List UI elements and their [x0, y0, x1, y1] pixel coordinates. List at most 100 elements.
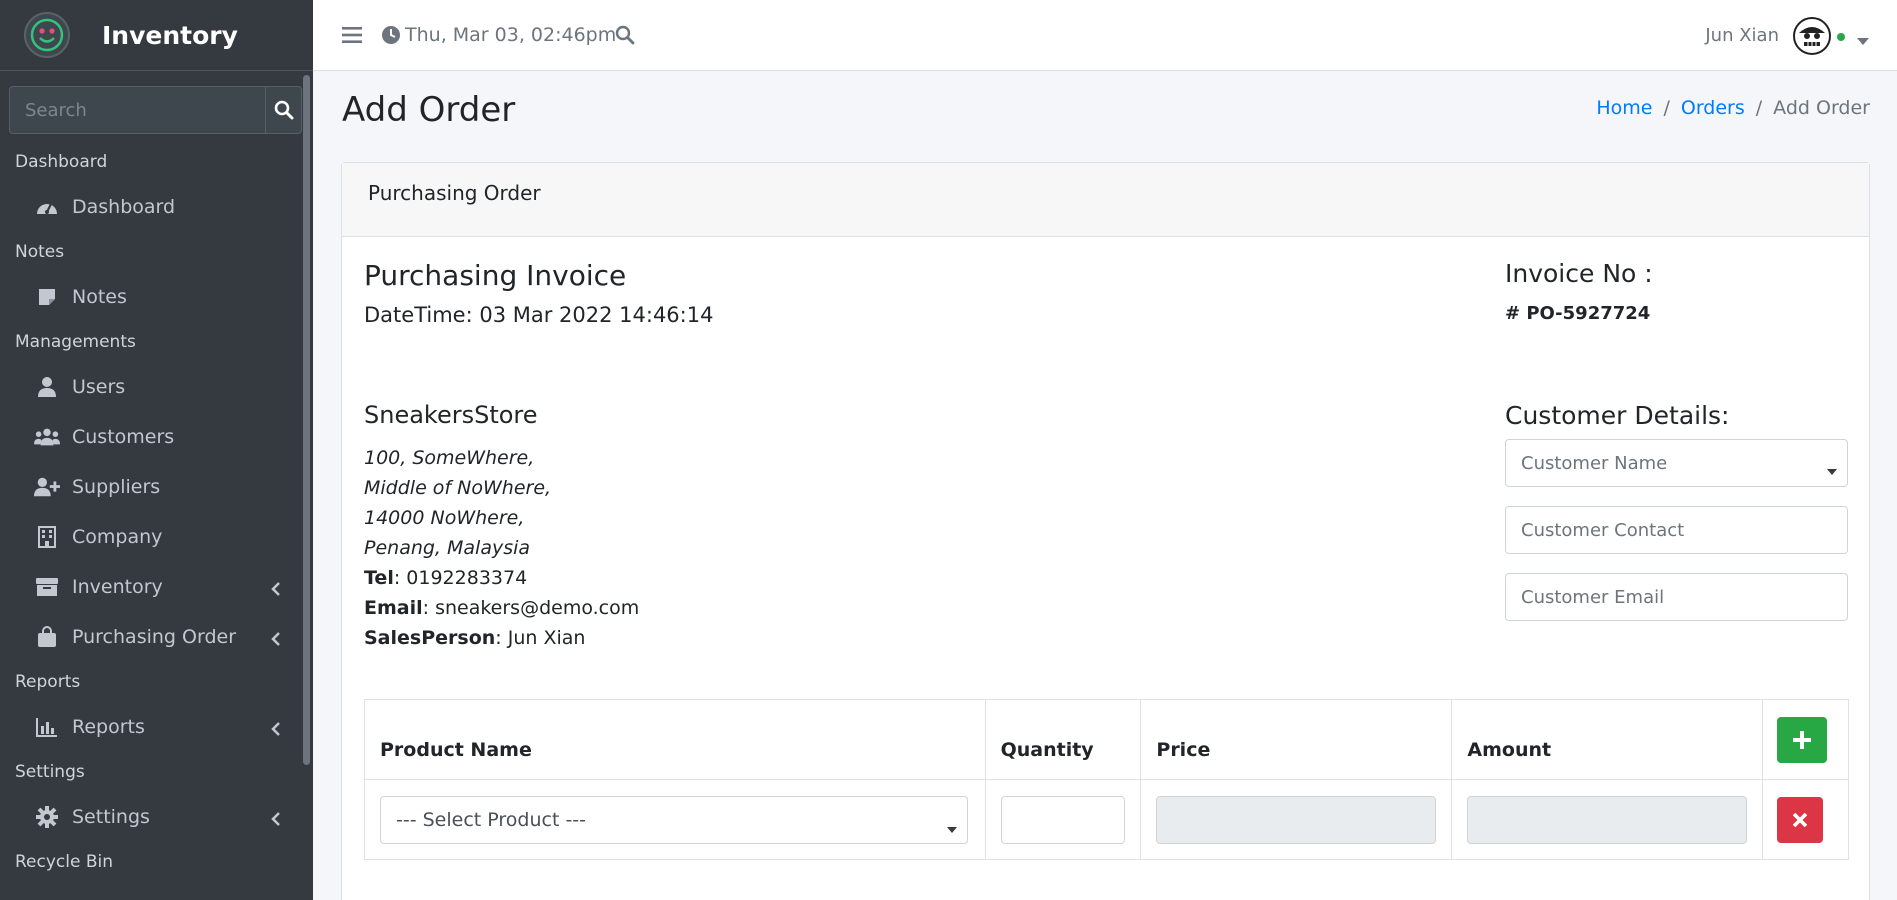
customer-contact-input[interactable] — [1505, 506, 1848, 554]
salesperson-value: : Jun Xian — [495, 627, 586, 649]
customer-name-select[interactable]: Customer Name — [1505, 439, 1848, 487]
note-icon — [34, 285, 60, 309]
table-row: --- Select Product --- — [364, 779, 1849, 860]
sidebar-nav: Dashboard Dashboard Notes Notes Manageme… — [0, 142, 303, 882]
sidebar-item-dashboard[interactable]: Dashboard — [0, 182, 303, 232]
sidebar-item-notes[interactable]: Notes — [0, 272, 303, 322]
tel-value: : 0192283374 — [393, 567, 528, 589]
customer-email-input[interactable] — [1505, 573, 1848, 621]
sidebar-item-label: Reports — [72, 716, 145, 738]
topbar-datetime: Thu, Mar 03, 02:46pm — [405, 24, 617, 46]
sidebar-item-purchasing-order[interactable]: Purchasing Order — [0, 612, 303, 662]
nav-header-dashboard: Dashboard — [15, 152, 108, 172]
sidebar-search-input[interactable] — [9, 86, 265, 134]
breadcrumb-current: Add Order — [1773, 97, 1870, 119]
product-select-value: --- Select Product --- — [396, 808, 587, 831]
nav-header-notes: Notes — [15, 242, 65, 262]
chart-icon — [34, 715, 60, 739]
amount-field — [1467, 795, 1748, 844]
product-select[interactable]: --- Select Product --- — [380, 795, 968, 844]
column-header-quantity: Quantity — [984, 699, 1142, 780]
product-cell: --- Select Product --- — [364, 779, 986, 860]
store-salesperson: SalesPerson: Jun Xian — [364, 623, 639, 653]
building-icon — [34, 525, 60, 549]
chevron-left-icon — [271, 719, 281, 741]
page-title: Add Order — [342, 90, 516, 130]
menu-toggle-icon[interactable] — [342, 26, 362, 48]
search-icon — [274, 100, 293, 120]
sidebar-item-label: Company — [72, 526, 163, 548]
users-icon — [34, 425, 60, 449]
sidebar-item-label: Notes — [72, 286, 127, 308]
breadcrumb-separator: / — [1663, 97, 1670, 119]
caret-down-icon — [1827, 460, 1837, 481]
price-field — [1156, 795, 1437, 844]
shopping-bag-icon — [34, 625, 60, 649]
actions-cell — [1762, 779, 1849, 860]
invoice-title: Purchasing Invoice — [364, 259, 627, 292]
plus-icon — [1793, 730, 1812, 749]
logo-icon — [24, 12, 70, 58]
address-line: 100, SomeWhere, — [364, 447, 535, 469]
tel-label: Tel — [364, 567, 394, 589]
column-header-price: Price — [1140, 699, 1453, 780]
brand[interactable]: Inventory — [0, 0, 313, 71]
card-header: Purchasing Order — [342, 163, 1869, 237]
invoice-no-label: Invoice No : — [1505, 259, 1653, 288]
clock-icon — [381, 25, 401, 49]
order-items-table: Product Name Quantity Price Amount --- S… — [364, 699, 1849, 860]
sidebar-item-inventory[interactable]: Inventory — [0, 562, 303, 612]
caret-down-icon — [947, 817, 957, 839]
top-navbar: Thu, Mar 03, 02:46pm Jun Xian — [313, 0, 1897, 71]
sidebar-item-company[interactable]: Company — [0, 512, 303, 562]
user-name[interactable]: Jun Xian — [1705, 25, 1779, 46]
gear-icon — [34, 805, 60, 829]
add-row-button[interactable] — [1777, 716, 1828, 763]
invoice-no-value: # PO-5927724 — [1505, 303, 1651, 324]
column-header-amount: Amount — [1451, 699, 1764, 780]
sidebar-item-customers[interactable]: Customers — [0, 412, 303, 462]
sidebar-scrollbar[interactable] — [303, 75, 310, 765]
breadcrumb: Home / Orders / Add Order — [1596, 97, 1870, 119]
nav-header-reports: Reports — [15, 672, 81, 692]
sidebar-search — [9, 86, 302, 134]
nav-header-managements: Managements — [15, 332, 136, 352]
chevron-left-icon — [271, 579, 281, 601]
store-tel: Tel: 0192283374 — [364, 563, 639, 593]
breadcrumb-orders[interactable]: Orders — [1681, 97, 1745, 119]
sidebar-item-label: Settings — [72, 806, 150, 828]
sidebar-item-label: Inventory — [72, 576, 163, 598]
online-status-dot — [1837, 33, 1845, 41]
sidebar-item-suppliers[interactable]: Suppliers — [0, 462, 303, 512]
sidebar-item-settings[interactable]: Settings — [0, 792, 303, 842]
sidebar-item-reports[interactable]: Reports — [0, 702, 303, 752]
address-line: Penang, Malaysia — [364, 537, 531, 559]
email-value: : sneakers@demo.com — [422, 597, 640, 619]
quantity-cell — [984, 779, 1142, 860]
quantity-input[interactable] — [1000, 795, 1125, 844]
search-icon[interactable] — [615, 25, 635, 49]
user-icon — [34, 375, 60, 399]
breadcrumb-separator: / — [1755, 97, 1763, 119]
table-header-row: Product Name Quantity Price Amount — [364, 699, 1849, 780]
caret-down-icon[interactable] — [1857, 31, 1869, 50]
store-name: SneakersStore — [364, 401, 538, 429]
email-label: Email — [364, 597, 423, 619]
chevron-left-icon — [271, 629, 281, 651]
sidebar-item-label: Purchasing Order — [72, 626, 237, 648]
sidebar-search-button[interactable] — [265, 86, 302, 134]
close-icon — [1793, 812, 1808, 827]
nav-header-settings: Settings — [15, 762, 85, 782]
sidebar: Inventory Dashboard Dashboard Notes Note… — [0, 0, 313, 900]
sidebar-item-label: Customers — [72, 426, 175, 448]
avatar[interactable] — [1793, 17, 1831, 55]
user-plus-icon — [34, 475, 60, 499]
invoice-datetime: DateTime: 03 Mar 2022 14:46:14 — [364, 303, 714, 327]
price-cell — [1140, 779, 1453, 860]
delete-row-button[interactable] — [1777, 796, 1824, 843]
purchasing-order-card: Purchasing Order Purchasing Invoice Date… — [341, 162, 1870, 900]
box-icon — [34, 575, 60, 599]
sidebar-item-label: Suppliers — [72, 476, 161, 498]
breadcrumb-home[interactable]: Home — [1596, 97, 1652, 119]
sidebar-item-users[interactable]: Users — [0, 362, 303, 412]
